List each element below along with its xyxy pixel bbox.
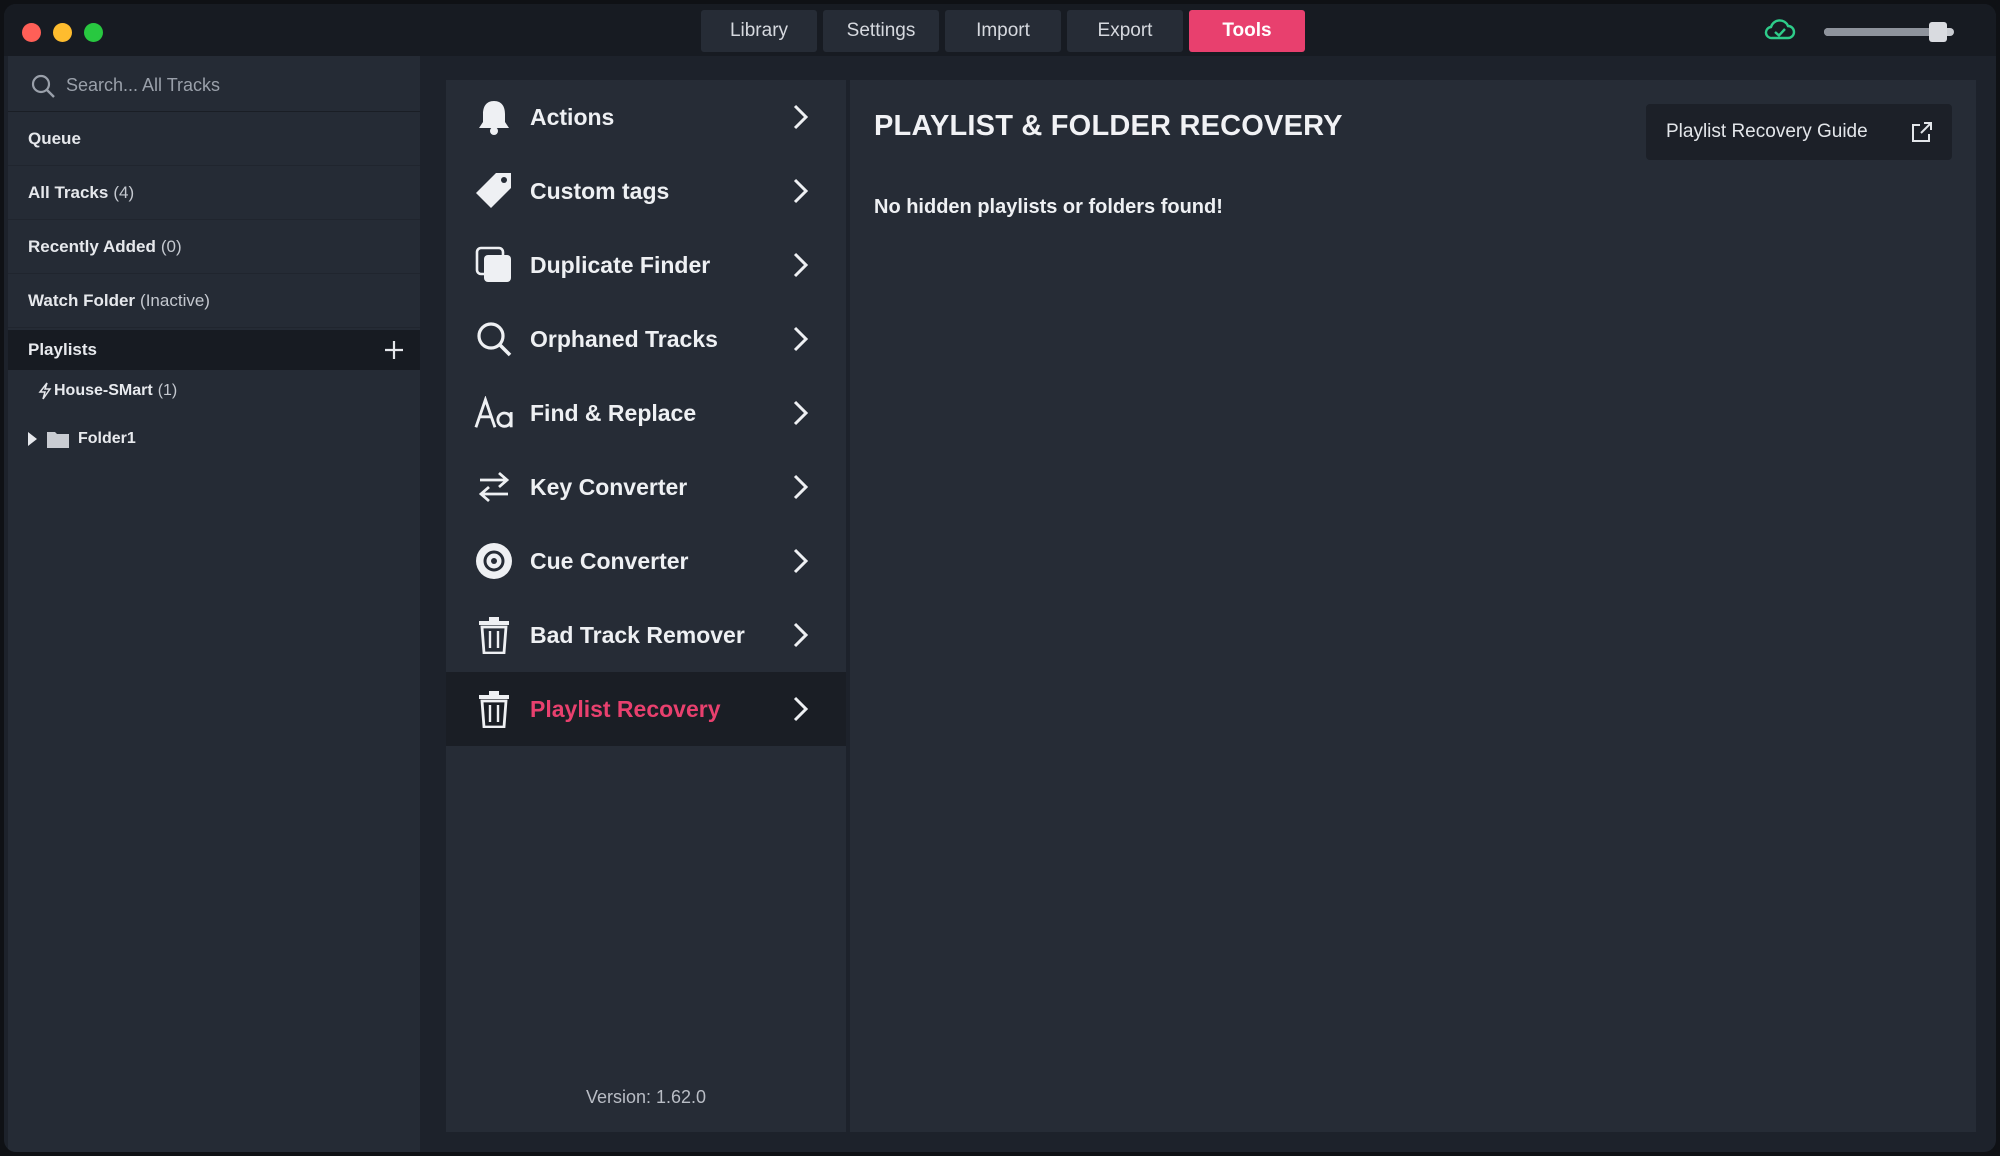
chevron-right-icon <box>793 252 809 278</box>
text-icon <box>474 393 514 433</box>
folder-item[interactable]: Folder1 <box>26 422 136 456</box>
target-icon <box>474 541 514 581</box>
playlists-header: Playlists <box>8 330 420 370</box>
close-window-button[interactable] <box>22 23 41 42</box>
maximize-window-button[interactable] <box>84 23 103 42</box>
folder-label: Folder1 <box>78 430 136 447</box>
tab-tools[interactable]: Tools <box>1189 10 1305 52</box>
tool-item-find-replace[interactable]: Find & Replace <box>446 376 846 450</box>
volume-slider[interactable] <box>1824 22 1954 42</box>
tab-settings[interactable]: Settings <box>823 10 939 52</box>
sidebar-item-label: All Tracks <box>28 182 109 202</box>
tool-label: Find & Replace <box>530 399 697 426</box>
search-bar <box>8 60 420 112</box>
tool-item-custom-tags[interactable]: Custom tags <box>446 154 846 228</box>
tool-label: Duplicate Finder <box>530 251 711 278</box>
volume-slider-thumb[interactable] <box>1929 22 1948 42</box>
chevron-right-icon <box>793 178 809 204</box>
chevron-right-icon <box>793 548 809 574</box>
expand-arrow-icon[interactable] <box>26 431 38 447</box>
sidebar-item-label: Queue <box>28 128 81 148</box>
cloud-sync-icon[interactable] <box>1764 18 1796 42</box>
chevron-right-icon <box>793 400 809 426</box>
title-bar: Library Settings Import Export Tools <box>4 4 1996 56</box>
sidebar-item-label: Recently Added <box>28 236 156 256</box>
tool-item-key-converter[interactable]: Key Converter <box>446 450 846 524</box>
tools-menu: Actions Custom tags Duplicate Finder Orp… <box>446 80 846 1132</box>
volume-slider-fill <box>1824 28 1939 36</box>
tool-item-playlist-recovery[interactable]: Playlist Recovery <box>446 672 846 746</box>
tool-label: Cue Converter <box>530 547 689 574</box>
search-icon <box>31 74 55 98</box>
app-window: Library Settings Import Export Tools Que… <box>4 4 1996 1152</box>
chevron-right-icon <box>793 622 809 648</box>
version-label: Version: 1.62.0 <box>585 1087 707 1107</box>
folder-icon <box>47 432 69 448</box>
copy-icon <box>474 245 514 285</box>
bell-icon <box>474 97 514 137</box>
tool-item-duplicate-finder[interactable]: Duplicate Finder <box>446 228 846 302</box>
chevron-right-icon <box>793 474 809 500</box>
playlists-label: Playlists <box>28 340 97 359</box>
chevron-right-icon <box>793 326 809 352</box>
tool-item-orphaned-tracks[interactable]: Orphaned Tracks <box>446 302 846 376</box>
sidebar-item-status: (Inactive) <box>140 290 210 310</box>
tool-item-cue-converter[interactable]: Cue Converter <box>446 524 846 598</box>
playlist-item[interactable]: House-SMart (1) <box>38 374 177 408</box>
sidebar-item-count: (0) <box>160 236 182 256</box>
tool-label: Orphaned Tracks <box>530 325 718 352</box>
tool-label: Bad Track Remover <box>530 621 745 648</box>
smart-playlist-icon <box>38 382 52 400</box>
search-icon <box>474 319 514 359</box>
tool-label: Key Converter <box>530 473 688 500</box>
tool-label: Actions <box>530 103 615 130</box>
sidebar-item-queue[interactable]: Queue <box>8 112 420 166</box>
tag-icon <box>474 171 514 211</box>
guide-button-label: Playlist Recovery Guide <box>1666 121 1868 142</box>
trash-icon <box>474 689 514 729</box>
sidebar-item-count: (4) <box>113 182 135 202</box>
trash-icon <box>474 615 514 655</box>
sidebar-item-label: Watch Folder <box>28 290 136 310</box>
swap-icon <box>474 467 514 507</box>
add-playlist-icon[interactable] <box>382 338 406 362</box>
page-title: PLAYLIST & FOLDER RECOVERY <box>874 110 1343 142</box>
tab-import[interactable]: Import <box>945 10 1061 52</box>
library-sidebar: Queue All Tracks (4) Recently Added (0) … <box>8 56 420 1152</box>
playlist-recovery-guide-button[interactable]: Playlist Recovery Guide <box>1646 104 1952 160</box>
search-input[interactable] <box>66 65 420 106</box>
chevron-right-icon <box>793 696 809 722</box>
tool-item-bad-track-remover[interactable]: Bad Track Remover <box>446 598 846 672</box>
tool-content-panel: PLAYLIST & FOLDER RECOVERY No hidden pla… <box>850 80 1976 1132</box>
sidebar-item-watch-folder[interactable]: Watch Folder (Inactive) <box>8 274 420 328</box>
main-tabs: Library Settings Import Export Tools <box>701 10 1305 52</box>
playlist-label: House-SMart <box>54 382 153 399</box>
tool-item-actions[interactable]: Actions <box>446 80 846 154</box>
tool-label: Custom tags <box>530 177 670 204</box>
playlist-count: (1) <box>157 382 178 399</box>
external-link-icon <box>1912 122 1932 142</box>
tab-library[interactable]: Library <box>701 10 817 52</box>
empty-state-message: No hidden playlists or folders found! <box>874 196 1223 218</box>
tab-export[interactable]: Export <box>1067 10 1183 52</box>
chevron-right-icon <box>793 104 809 130</box>
sidebar-item-all-tracks[interactable]: All Tracks (4) <box>8 166 420 220</box>
tool-label: Playlist Recovery <box>530 695 721 722</box>
minimize-window-button[interactable] <box>53 23 72 42</box>
sidebar-item-recently-added[interactable]: Recently Added (0) <box>8 220 420 274</box>
